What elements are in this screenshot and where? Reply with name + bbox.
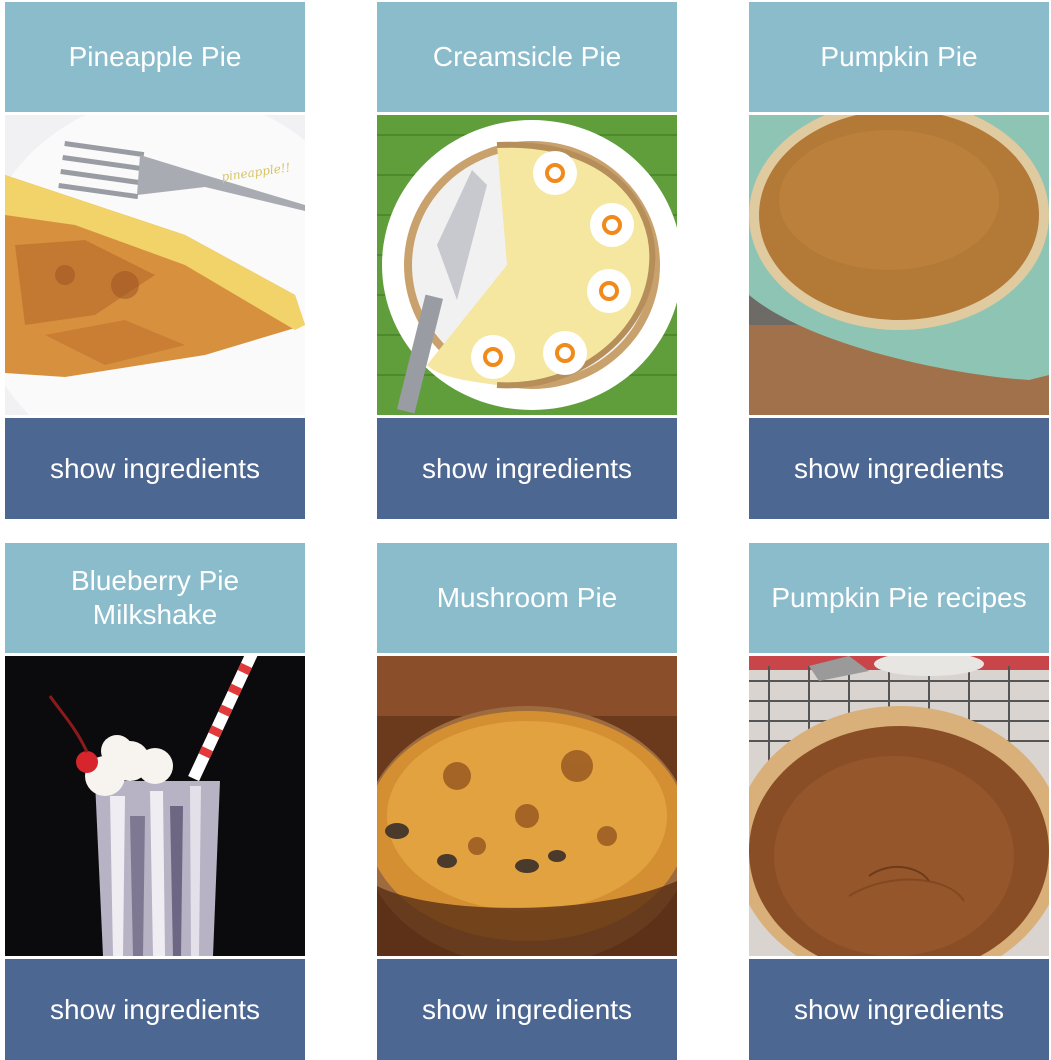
- recipe-card: Pumpkin Pie recipes show ingredients: [749, 543, 1049, 1060]
- pumpkin-pie-recipes-photo[interactable]: [749, 656, 1049, 956]
- recipe-card: Creamsicle Pie show ingredients: [377, 2, 677, 519]
- recipe-title: Pumpkin Pie: [749, 2, 1049, 112]
- recipe-title: Pumpkin Pie recipes: [749, 543, 1049, 653]
- show-ingredients-button[interactable]: show ingredients: [377, 418, 677, 519]
- recipe-card: Pineapple Pie pineapple!! show ingredien…: [5, 2, 305, 519]
- show-ingredients-button[interactable]: show ingredients: [377, 959, 677, 1060]
- recipe-card: Pumpkin Pie show ingredients: [749, 2, 1049, 519]
- recipe-grid: Pineapple Pie pineapple!! show ingredien…: [0, 0, 1051, 1060]
- recipe-title: Creamsicle Pie: [377, 2, 677, 112]
- recipe-title: Blueberry Pie Milkshake: [5, 543, 305, 653]
- creamsicle-pie-photo[interactable]: [377, 115, 677, 415]
- recipe-title: Pineapple Pie: [5, 2, 305, 112]
- show-ingredients-button[interactable]: show ingredients: [5, 418, 305, 519]
- show-ingredients-button[interactable]: show ingredients: [749, 959, 1049, 1060]
- recipe-card: Mushroom Pie show ingredients: [377, 543, 677, 1060]
- show-ingredients-button[interactable]: show ingredients: [5, 959, 305, 1060]
- mushroom-pie-photo[interactable]: [377, 656, 677, 956]
- blueberry-pie-milkshake-photo[interactable]: [5, 656, 305, 956]
- pumpkin-pie-photo[interactable]: [749, 115, 1049, 415]
- recipe-card: Blueberry Pie Milkshake show ingredients: [5, 543, 305, 1060]
- recipe-title: Mushroom Pie: [377, 543, 677, 653]
- show-ingredients-button[interactable]: show ingredients: [749, 418, 1049, 519]
- pineapple-pie-photo[interactable]: pineapple!!: [5, 115, 305, 415]
